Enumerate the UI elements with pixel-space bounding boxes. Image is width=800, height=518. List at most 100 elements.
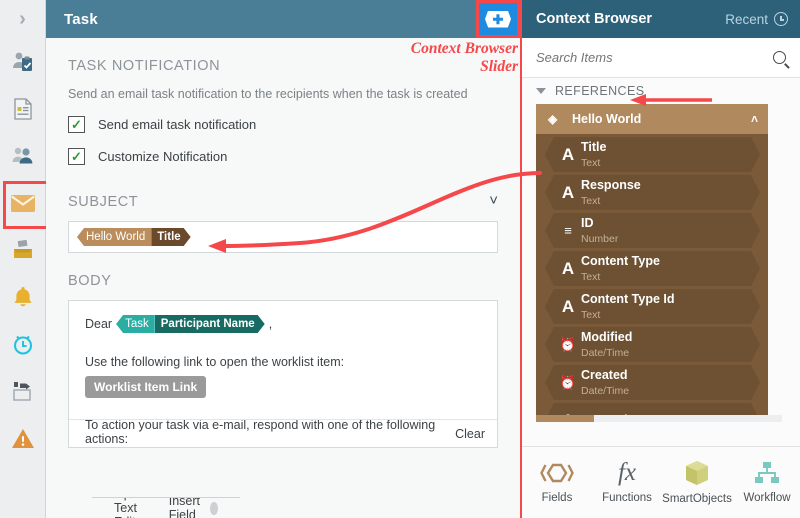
context-browser-slider-icon: ✚	[485, 10, 511, 28]
field-type: Text	[581, 270, 601, 283]
annotation-slider-caption: Context Browser Slider	[318, 40, 518, 76]
recent-button[interactable]: Recent	[725, 12, 788, 27]
worklist-item-link-chip[interactable]: Worklist Item Link	[85, 376, 207, 398]
list-item[interactable]: ⏰ Modified Date/Time	[545, 327, 760, 362]
annotation-line-2: Slider	[480, 57, 518, 75]
horizontal-scrollbar[interactable]	[536, 415, 782, 422]
sidebar-item-email[interactable]	[0, 179, 49, 229]
tab-fields[interactable]: Fields	[522, 461, 592, 504]
check-icon: ✓	[71, 149, 82, 164]
search-icon[interactable]	[773, 51, 786, 64]
list-item[interactable]: ⏰ Created Date/Time	[545, 365, 760, 400]
field-type: Text	[581, 194, 601, 207]
sidebar-item-task[interactable]	[0, 38, 46, 85]
list-item[interactable]: A Content Type Text	[545, 251, 760, 286]
search-input[interactable]	[536, 50, 773, 65]
field-name: ID	[581, 215, 594, 230]
checkbox-box: ✓	[68, 148, 85, 165]
subject-input[interactable]: Hello World Title	[68, 221, 498, 253]
checkbox-send-email-task-notification[interactable]: ✓ Send email task notification	[68, 116, 498, 133]
task-user-icon	[12, 52, 32, 71]
field-name: Content Type Id	[581, 291, 675, 306]
body-greeting-suffix: ,	[268, 317, 273, 331]
list-item[interactable]: A Content Type Id Text	[545, 289, 760, 324]
references-label: REFERENCES	[555, 84, 645, 98]
sidebar-item-participants[interactable]	[0, 132, 46, 179]
tab-functions[interactable]: fx Functions	[592, 460, 662, 504]
annotation-line-1: Context Browser	[410, 40, 518, 57]
body-footer: Clear	[69, 419, 497, 447]
body-heading: BODY	[68, 273, 112, 289]
sidebar-item-timer[interactable]	[0, 320, 46, 367]
list-item[interactable]: ≡ ID Number	[545, 213, 760, 248]
body-greeting-line: Dear Task Participant Name ,	[85, 315, 481, 333]
text-icon: A	[561, 183, 575, 202]
check-icon: ✓	[71, 117, 82, 132]
reference-group-hello-world: ◈ Hello World ˄ A Title Text A Response …	[536, 104, 768, 422]
context-browser-header: Context Browser Recent	[522, 0, 800, 38]
smartobject-icon: ◈	[548, 112, 558, 126]
checkbox-label: Send email task notification	[98, 117, 257, 132]
chevron-right-icon: ›	[19, 8, 26, 30]
reference-group-header[interactable]: ◈ Hello World ˄	[536, 104, 768, 134]
number-icon: ≡	[564, 223, 572, 238]
insert-field-link[interactable]: Insert Field	[169, 498, 206, 518]
task-notification-description: Send an email task notification to the r…	[68, 87, 468, 101]
text-icon: A	[561, 297, 575, 316]
scrollbar-thumb[interactable]	[536, 415, 594, 422]
text-icon: A	[561, 259, 575, 278]
tab-label: Workflow	[743, 492, 791, 504]
checkbox-label: Customize Notification	[98, 149, 228, 164]
sidebar-item-form[interactable]	[0, 85, 46, 132]
tab-workflow[interactable]: Workflow	[732, 461, 800, 504]
body-editor[interactable]: Dear Task Participant Name , Use the fol…	[68, 300, 498, 448]
chevron-up-icon[interactable]: ˄	[751, 112, 758, 126]
drag-drop-icon	[12, 381, 31, 401]
text-icon: A	[561, 145, 575, 164]
field-name: Created	[581, 367, 628, 382]
field-name: Content Type	[581, 253, 660, 268]
bell-icon	[13, 286, 32, 306]
body-participant-token[interactable]: Task Participant Name	[116, 315, 265, 333]
form-document-icon	[13, 97, 32, 120]
tab-label: Fields	[541, 492, 573, 504]
context-browser-tabs: Fields fx Functions SmartObjects Workflo…	[522, 446, 800, 518]
task-panel-header: Task ✚	[46, 0, 520, 38]
datetime-icon: ⏰	[559, 337, 577, 352]
datetime-icon: ⏰	[559, 375, 577, 390]
center-footer-bar: Open Text Editor Insert Field	[92, 497, 240, 518]
sidebar-item-escalations[interactable]	[0, 414, 46, 461]
chevron-down-icon[interactable]: ˅	[489, 193, 498, 210]
list-item[interactable]: A Response Text	[545, 175, 760, 210]
people-icon	[12, 147, 32, 163]
search-row	[522, 38, 800, 78]
subject-token[interactable]: Hello World Title	[77, 228, 191, 246]
context-browser-slider-button[interactable]: ✚	[476, 0, 520, 38]
tab-label: SmartObjects	[662, 493, 732, 505]
insert-field-icon[interactable]	[210, 501, 218, 515]
rail-expand-button[interactable]: ›	[0, 0, 45, 38]
page-title: Task	[64, 10, 98, 28]
checkbox-box: ✓	[68, 116, 85, 133]
warning-triangle-icon	[11, 428, 34, 448]
body-link-line: Use the following link to open the workl…	[85, 355, 345, 369]
subject-token-field: Title	[151, 228, 190, 246]
sidebar-item-notifications[interactable]	[0, 273, 46, 320]
triangle-collapse-icon	[536, 88, 546, 94]
subject-section-header: SUBJECT ˅	[68, 193, 498, 210]
tab-label: Functions	[602, 492, 652, 504]
sidebar-item-outcome[interactable]	[0, 226, 46, 273]
fields-hexagon-icon	[540, 463, 574, 483]
tab-smartobjects[interactable]: SmartObjects	[662, 460, 732, 505]
cube-icon	[686, 461, 708, 485]
body-token-field: Participant Name	[155, 315, 265, 333]
clear-button[interactable]: Clear	[455, 427, 485, 441]
field-type: Text	[581, 308, 601, 321]
references-section-header[interactable]: REFERENCES	[522, 78, 800, 104]
checkbox-customize-notification[interactable]: ✓ Customize Notification	[68, 148, 498, 165]
reference-group-name: Hello World	[572, 112, 642, 126]
open-text-editor-link[interactable]: Open Text Editor	[114, 498, 169, 518]
field-name: Modified	[581, 329, 633, 344]
list-item[interactable]: A Title Text	[545, 137, 760, 172]
sidebar-item-actions[interactable]	[0, 367, 46, 414]
